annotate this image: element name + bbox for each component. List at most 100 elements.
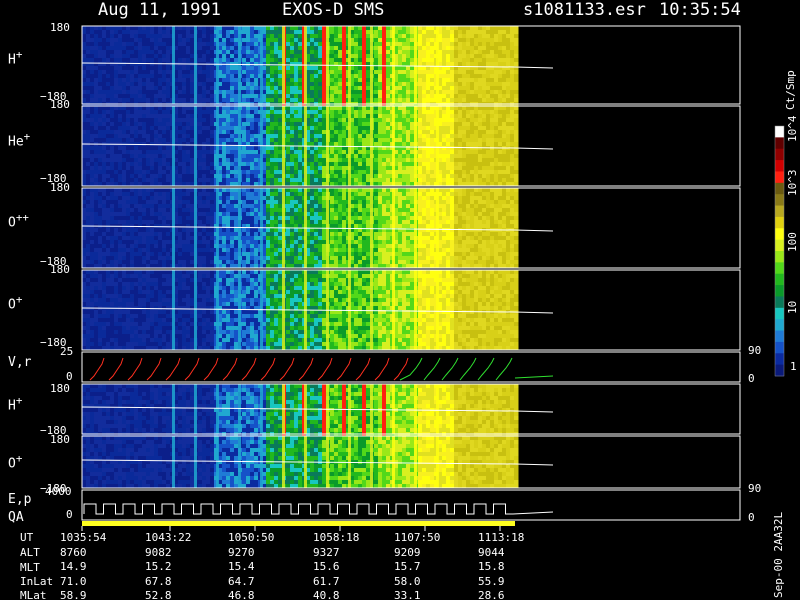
panel-h-plus-cell — [382, 54, 387, 59]
panel-he-plus-cell — [178, 142, 183, 147]
panel-he-plus-cell — [342, 138, 347, 143]
panel-h-plus-cell — [466, 70, 471, 75]
panel-h-plus-cell — [186, 54, 191, 59]
panel-h-plus-cell — [270, 86, 275, 91]
panel-h-plus-cell — [498, 94, 503, 99]
panel-h-plus-cell — [150, 98, 155, 103]
panel-h-plus-cell — [510, 86, 515, 91]
panel-he-plus-cell — [338, 150, 343, 155]
panel-he-plus-cell — [406, 130, 411, 135]
panel-o-plus-plus-cell — [98, 196, 103, 201]
panel-he-plus-cell — [182, 134, 187, 139]
panel-he-plus-cell — [486, 150, 491, 155]
panel-h-plus-cell — [294, 86, 299, 91]
panel-h-plus-cell — [178, 46, 183, 51]
panel-h-plus-cell — [106, 42, 111, 47]
panel-he-plus-cell — [322, 158, 327, 163]
panel-h-plus-cell — [290, 26, 295, 31]
panel-h-plus-cell — [82, 78, 87, 83]
panel-h-plus-cell — [198, 58, 203, 63]
panel-h-plus-cell — [510, 38, 515, 43]
panel-o-plus-plus-cell — [98, 188, 103, 193]
panel-h-plus-cell — [130, 46, 135, 51]
panel-h-plus-cell — [182, 34, 187, 39]
panel-h-plus-cell — [274, 50, 279, 55]
panel-h-plus-cell — [418, 42, 423, 47]
panel-he-plus-cell — [294, 166, 299, 171]
panel-he-plus-cell — [114, 138, 119, 143]
panel-h-plus-cell — [138, 58, 143, 63]
panel-he-plus-cell — [450, 130, 455, 135]
panel-h-plus-cell — [190, 90, 195, 95]
panel-he-plus-cell — [310, 162, 315, 167]
panel-he-plus-cell — [334, 134, 339, 139]
panel-h-plus-cell — [242, 94, 247, 99]
panel-h-plus-cell — [102, 86, 107, 91]
panel-h-plus-cell — [158, 30, 163, 35]
panel-he-plus-cell — [514, 134, 519, 139]
panel-he-plus-cell — [162, 166, 167, 171]
panel-he-plus-cell — [274, 146, 279, 151]
panel-he-plus-cell — [514, 118, 519, 123]
panel-h-plus-cell — [290, 70, 295, 75]
panel-h-plus-cell — [402, 30, 407, 35]
panel-o-plus-plus-cell — [198, 192, 203, 197]
panel-h-plus-cell — [102, 98, 107, 103]
panel-h-plus-cell — [242, 46, 247, 51]
panel-o-plus-plus-cell — [90, 256, 95, 261]
panel-h-plus-cell — [450, 42, 455, 47]
panel-h-plus-cell — [222, 86, 227, 91]
panel-o-plus-plus-cell — [190, 248, 195, 253]
panel-he-plus-cell — [154, 134, 159, 139]
panel-h-plus-cell — [470, 46, 475, 51]
panel-he-plus-cell — [430, 110, 435, 115]
panel-he-plus-cell — [230, 114, 235, 119]
panel-h-plus-cell — [254, 90, 259, 95]
panel-he-plus-cell — [278, 106, 283, 111]
panel-he-plus-cell — [330, 174, 335, 179]
panel-he-plus-cell — [318, 150, 323, 155]
panel-h-plus-cell — [502, 98, 507, 103]
panel-h-plus-cell — [162, 66, 167, 71]
panel-he-plus-cell — [298, 154, 303, 159]
panel-h-plus-cell — [102, 38, 107, 43]
panel-he-plus-cell — [338, 138, 343, 143]
panel-he-plus-cell — [94, 162, 99, 167]
panel-h-plus-cell — [462, 62, 467, 67]
panel-h-plus-cell — [470, 38, 475, 43]
panel-h-plus-cell — [142, 30, 147, 35]
panel-he-plus-cell — [114, 126, 119, 131]
panel-he-plus-cell — [150, 162, 155, 167]
panel-h-plus-cell — [366, 34, 371, 39]
panel-he-plus-cell — [450, 166, 455, 171]
panel-h-plus-cell — [158, 38, 163, 43]
panel-h-plus-cell — [222, 46, 227, 51]
panel-he-plus-cell — [398, 138, 403, 143]
panel-he-plus-cell — [178, 174, 183, 179]
panel-o-plus-plus-cell — [154, 216, 159, 221]
panel-o-plus-plus-cell — [106, 240, 111, 245]
panel-h-plus-cell — [186, 42, 191, 47]
panel-he-plus-cell — [246, 130, 251, 135]
panel-h-plus-cell — [110, 58, 115, 63]
panel-h-plus-cell — [226, 74, 231, 79]
panel-h-plus-cell — [422, 94, 427, 99]
panel-he-plus-cell — [322, 162, 327, 167]
panel-h-plus-cell — [426, 90, 431, 95]
panel-h-plus-cell — [146, 50, 151, 55]
panel-h-plus-cell — [422, 30, 427, 35]
panel-h-plus-cell — [90, 78, 95, 83]
panel-h-plus-cell — [410, 50, 415, 55]
panel-he-plus-cell — [106, 118, 111, 123]
panel-h-plus-cell — [198, 66, 203, 71]
panel-h-plus-cell — [210, 66, 215, 71]
panel-he-plus-cell — [150, 134, 155, 139]
panel-h-plus-cell — [226, 42, 231, 47]
panel-h-plus-cell — [158, 90, 163, 95]
panel-h-plus-cell — [430, 54, 435, 59]
panel-o-plus-plus-cell — [86, 228, 91, 233]
panel-o-plus-plus-cell — [154, 256, 159, 261]
panel-h-plus-cell — [202, 42, 207, 47]
panel-he-plus-cell — [462, 122, 467, 127]
panel-h-plus-cell — [510, 30, 515, 35]
